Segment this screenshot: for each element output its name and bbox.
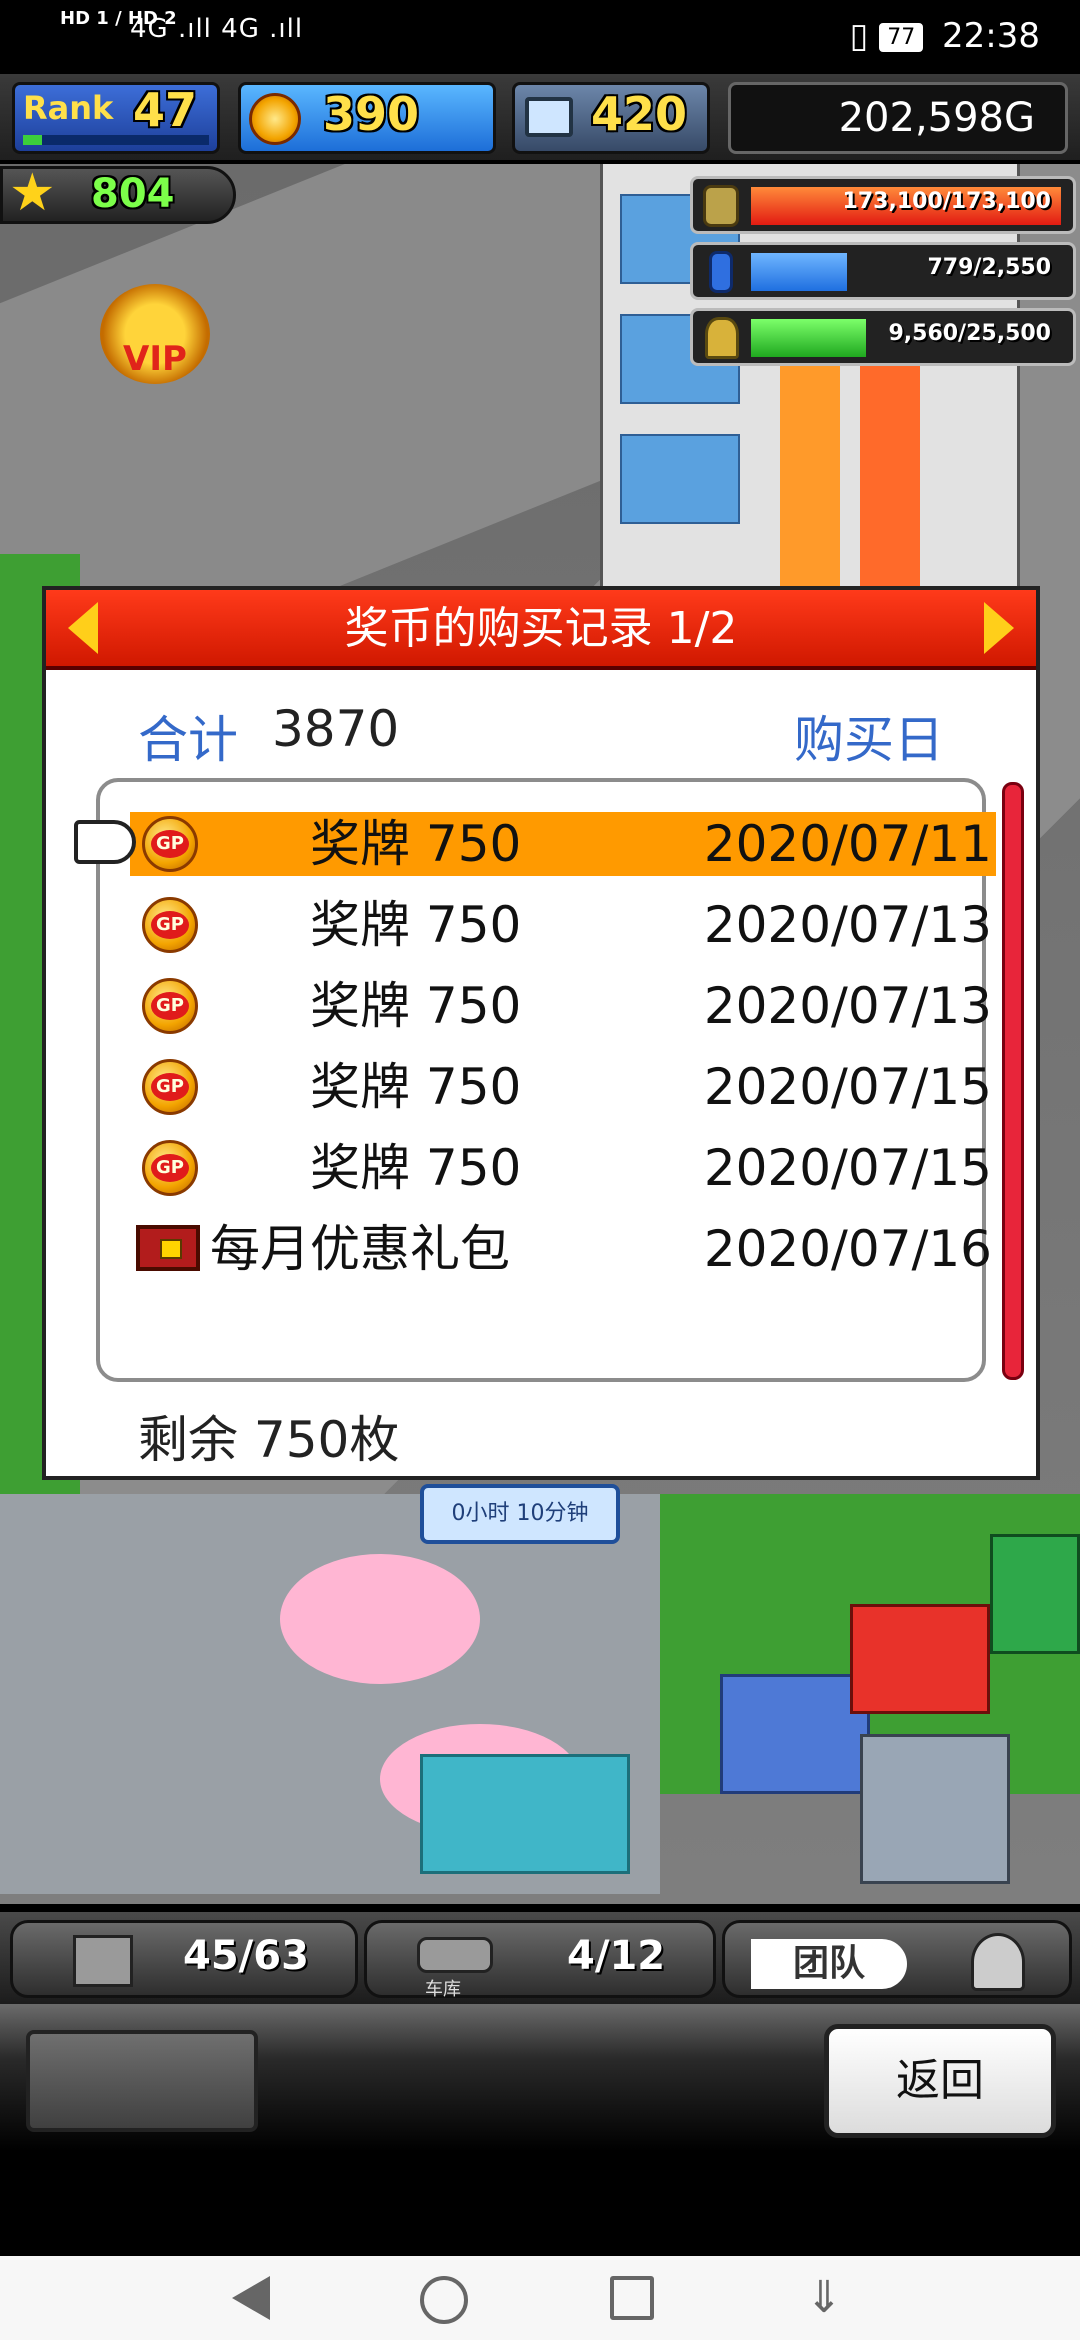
team-label: 团队 (751, 1939, 907, 1989)
nav-notification-down-icon[interactable]: ⇓ (800, 2276, 848, 2324)
slot-count: 45/63 (183, 1933, 309, 1979)
resource-bar-crops[interactable]: 9,560/25,500 (690, 308, 1076, 366)
nav-home-icon[interactable] (420, 2276, 468, 2324)
blue-building (720, 1674, 870, 1794)
land-plot-icon (73, 1935, 133, 1987)
gp-value: 390 (323, 87, 420, 141)
star-icon: ★ (9, 163, 56, 223)
purchase-row[interactable]: 奖牌 750 2020/07/11 (74, 812, 996, 876)
gp-coin-icon (142, 897, 198, 953)
car-icon (417, 1937, 493, 1973)
list-scrollbar[interactable] (1002, 782, 1024, 1380)
cherry-tree (280, 1554, 480, 1684)
gp-coin-icon (142, 816, 198, 872)
garage-count: 4/12 (567, 1933, 666, 1979)
system-nav-bar: ⇓ (0, 2256, 1080, 2340)
resource-text: 9,560/25,500 (888, 321, 1051, 346)
item-name: 奖牌 750 (310, 1139, 522, 1197)
vibrate-icon: ▯ (849, 16, 869, 56)
empty-button[interactable] (26, 2030, 258, 2132)
pc-value: 420 (591, 87, 688, 141)
item-name: 奖牌 750 (310, 1058, 522, 1116)
slot-capacity[interactable]: 45/63 (10, 1920, 358, 1998)
resource-bar-fuel[interactable]: 779/2,550 (690, 242, 1076, 300)
purchase-row[interactable]: 奖牌 750 2020/07/15 (130, 1136, 996, 1200)
fuel-icon (709, 251, 733, 293)
banner-sign (860, 324, 920, 624)
green-building (990, 1534, 1080, 1654)
remaining-count: 剩余 750枚 (138, 1411, 400, 1469)
construction-timer: 0小时 10分钟 (420, 1484, 620, 1544)
pc-display[interactable]: 420 (512, 82, 710, 154)
prev-page-icon[interactable] (68, 602, 98, 654)
vip-label: VIP (123, 339, 187, 379)
dialog-header: 奖币的购买记录 1/2 (46, 590, 1036, 670)
item-name: 奖牌 750 (310, 815, 522, 873)
pool-building (420, 1754, 630, 1874)
item-date: 2020/07/16 (703, 1220, 992, 1278)
red-building (850, 1604, 990, 1714)
purchase-row[interactable]: 每月优惠礼包 2020/07/16 (130, 1217, 996, 1281)
bottom-status-bar: 45/63 车库 4/12 团队 (0, 1908, 1080, 2004)
purchase-row[interactable]: 奖牌 750 2020/07/15 (130, 1055, 996, 1119)
back-button[interactable]: 返回 (824, 2024, 1056, 2138)
resource-fill (751, 253, 847, 291)
vip-badge[interactable]: VIP (100, 284, 210, 384)
purchase-history-dialog: 奖币的购买记录 1/2 合计 3870 购买日 奖牌 750 2020/07/1… (42, 586, 1040, 1480)
item-name: 奖牌 750 (310, 977, 522, 1035)
purchase-row[interactable]: 奖牌 750 2020/07/13 (130, 974, 996, 1038)
nav-recents-icon[interactable] (610, 2276, 654, 2320)
team-tab[interactable]: 团队 (722, 1920, 1072, 1998)
battery-icon: 77 (879, 23, 924, 52)
garage-label: 车库 (425, 1979, 461, 2000)
money-display: 202,598G (728, 82, 1068, 154)
item-date: 2020/07/11 (703, 815, 992, 873)
gp-coin-icon (142, 1059, 198, 1115)
item-name: 奖牌 750 (310, 896, 522, 954)
dialog-title: 奖币的购买记录 1/2 (344, 603, 738, 654)
rank-display[interactable]: Rank 47 (12, 82, 220, 154)
status-right: ▯ 77 22:38 (850, 16, 1040, 56)
rank-label: Rank (23, 89, 114, 127)
item-name: 每月优惠礼包 (210, 1220, 510, 1278)
building-window (620, 434, 740, 524)
total-label: 合计 (138, 711, 238, 769)
clock: 22:38 (942, 16, 1040, 56)
rank-progress (23, 135, 209, 145)
treasure-chest-icon (136, 1225, 200, 1271)
coin-stack-icon (703, 185, 739, 227)
garage-capacity[interactable]: 车库 4/12 (364, 1920, 716, 2000)
purchase-row[interactable]: 奖牌 750 2020/07/13 (130, 893, 996, 957)
star-display[interactable]: ★ 804 (0, 163, 236, 224)
star-value: 804 (91, 171, 175, 217)
resource-fill (751, 319, 866, 357)
computer-icon (525, 97, 573, 137)
top-hud: Rank 47 390 420 202,598G (0, 74, 1080, 164)
nav-back-icon[interactable] (232, 2276, 270, 2320)
total-value: 3870 (272, 700, 400, 758)
wheat-icon (705, 317, 739, 359)
next-page-icon[interactable] (984, 602, 1014, 654)
item-date: 2020/07/15 (703, 1139, 992, 1197)
gp-coin-icon (142, 1140, 198, 1196)
signal-icon: 4G .ıll 4G .ıll (130, 14, 304, 44)
item-date: 2020/07/13 (703, 977, 992, 1035)
rank-value: 47 (133, 83, 198, 137)
item-date: 2020/07/13 (703, 896, 992, 954)
resource-text: 779/2,550 (927, 255, 1051, 280)
item-date: 2020/07/15 (703, 1058, 992, 1116)
pointer-hand-icon (74, 820, 136, 864)
resource-bar-coins[interactable]: 173,100/173,100 (690, 176, 1076, 234)
resource-text: 173,100/173,100 (842, 189, 1051, 214)
status-bar: HD 1 / HD 2 4G .ıll 4G .ıll ▯ 77 22:38 (0, 0, 1080, 74)
staff-portrait-icon (971, 1933, 1025, 1991)
gray-building (860, 1734, 1010, 1884)
gp-coin-icon (249, 93, 301, 145)
gp-coin-icon (142, 978, 198, 1034)
gp-display[interactable]: 390 (238, 82, 496, 154)
purchase-date-header: 购买日 (794, 711, 944, 769)
banner-sign (780, 324, 840, 624)
